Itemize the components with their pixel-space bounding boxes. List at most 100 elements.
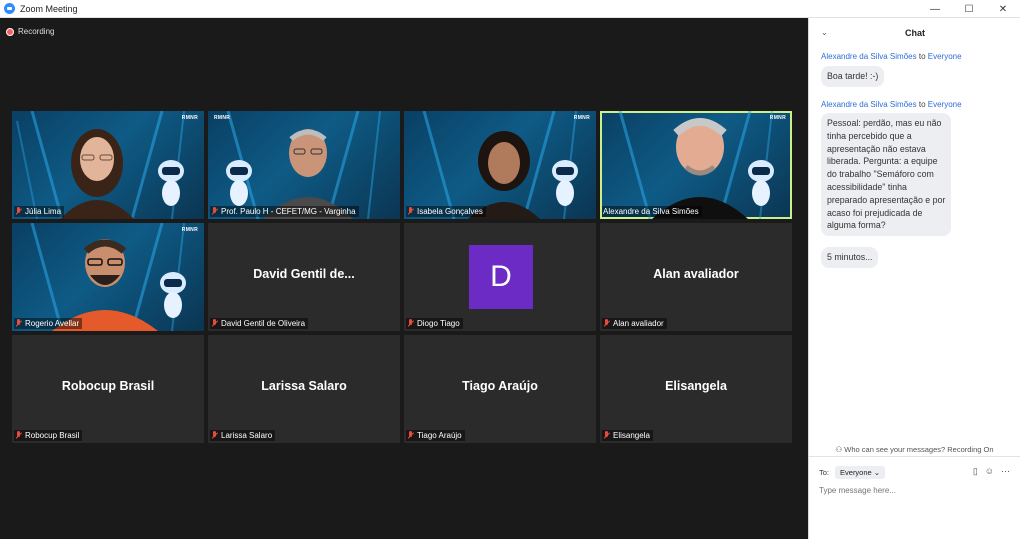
message-sender[interactable]: Alexandre da Silva Simões [821,100,917,109]
message-to-word: to [918,100,926,109]
message-line: do trabalho "Semáforo com [827,169,934,180]
mic-muted-icon [407,431,414,440]
participant-name-tag: Isabela Gonçalves [406,206,486,217]
mic-muted-icon [15,431,22,440]
participant-name: Júlia Lima [25,207,62,216]
message-line: Pessoal: perdão, mas eu não [827,118,942,128]
chat-message-bubble[interactable]: 5 minutos... [821,247,879,268]
message-line: tinha percebido que a [827,130,912,141]
message-meta: Alexandre da Silva Simões to Everyone [821,52,962,61]
name-only-tile[interactable]: Robocup Brasil Robocup Brasil [12,335,204,443]
video-tile[interactable]: RMNR Júlia Lima [12,111,204,219]
participant-name-tag: Rogerio Avellar [14,318,83,329]
chevron-down-icon[interactable]: ⌄ [821,28,828,37]
participant-video-icon [52,239,158,331]
robot-mascot-icon [552,160,578,206]
participant-video-icon [468,131,540,219]
video-tile[interactable]: RMNR Prof. Paulo H - CEFET/MG - Varginha [208,111,400,219]
mic-muted-icon [603,319,610,328]
recording-indicator[interactable]: Recording [6,27,54,36]
name-only-tile[interactable]: Alan avaliador Alan avaliador [600,223,792,331]
message-line: acaso foi prejudicada de [827,207,923,218]
participant-name: Isabela Gonçalves [417,207,483,216]
name-only-tile[interactable]: Larissa Salaro Larissa Salaro [208,335,400,443]
mic-muted-icon [15,207,22,216]
minimize-button[interactable]: — [918,0,952,18]
message-line: 5 minutos... [827,252,873,262]
zoom-window: Zoom Meeting — ☐ ✕ Recording RMNR Júlia … [0,0,1020,539]
zoom-app-icon [4,3,15,14]
robot-mascot-icon [226,160,252,206]
participant-video-icon [652,118,748,219]
maximize-button[interactable]: ☐ [952,0,986,18]
divider [809,456,1020,457]
message-line: preparado apresentação e por [827,194,946,205]
participant-name-tag: Alan avaliador [602,318,667,329]
event-logo: RMNR [181,227,198,233]
recording-dot-icon [6,27,14,36]
event-logo: RMNR [573,115,590,121]
message-sender[interactable]: Alexandre da Silva Simões [821,52,917,61]
mic-muted-icon [211,319,218,328]
participant-display-name: Tiago Araújo [462,379,538,393]
participant-name-tag: David Gentil de Oliveira [210,318,309,329]
participant-name: Alexandre da Silva Simões [603,207,699,216]
participant-name-tag: Diogo Tiago [406,318,463,329]
emoji-icon[interactable]: ☺ [985,466,994,477]
video-tile[interactable]: RMNR Rogerio Avellar [12,223,204,331]
chat-title: Chat [905,28,925,38]
window-controls: — ☐ ✕ [918,0,1020,18]
participant-name-tag: Elisangela [602,430,653,441]
mic-muted-icon [407,207,414,216]
chevron-down-icon: ⌄ [873,468,881,477]
name-only-tile[interactable]: David Gentil de... David Gentil de Olive… [208,223,400,331]
participant-display-name: David Gentil de... [253,267,355,281]
recipient-value: Everyone [840,468,872,477]
mic-muted-icon [211,207,218,216]
window-title: Zoom Meeting [20,3,78,14]
message-recipient: Everyone [927,52,962,61]
meeting-area: Recording RMNR Júlia Lima RMNR Prof. Pau… [0,18,808,539]
participant-name-tag: Alexandre da Silva Simões [602,206,702,217]
participant-name: Robocup Brasil [25,431,80,440]
participant-video-icon [60,129,134,219]
name-only-tile[interactable]: Elisangela Elisangela [600,335,792,443]
video-tile[interactable]: RMNR Isabela Gonçalves [404,111,596,219]
event-logo: RMNR [181,115,198,121]
participant-name: David Gentil de Oliveira [221,319,306,328]
recipient-select[interactable]: Everyone ⌄ [835,466,886,479]
more-icon[interactable]: ⋯ [1001,466,1010,477]
chat-header: ⌄ Chat [809,18,1020,48]
chat-message-input[interactable] [819,486,1009,495]
participant-name-tag: Prof. Paulo H - CEFET/MG - Varginha [210,206,359,217]
name-only-tile[interactable]: Tiago Araújo Tiago Araújo [404,335,596,443]
avatar-tile[interactable]: D Diogo Tiago [404,223,596,331]
participant-name-tag: Larissa Salaro [210,430,276,441]
participant-name: Diogo Tiago [417,319,460,328]
file-icon[interactable]: ▯ [973,466,978,477]
participant-name: Elisangela [613,431,650,440]
close-button[interactable]: ✕ [986,0,1020,18]
message-recipient: Everyone [927,100,962,109]
recording-label: Recording [18,27,55,36]
participant-video-icon [263,129,353,219]
chat-panel: ⌄ Chat Alexandre da Silva Simões to Ever… [808,18,1020,539]
participant-display-name: Elisangela [665,379,727,393]
participant-name: Rogerio Avellar [25,319,80,328]
avatar: D [469,245,533,309]
chat-message-bubble[interactable]: Boa tarde! :-) [821,66,885,87]
participant-display-name: Robocup Brasil [61,379,155,393]
message-visibility-info[interactable]: ⚇ Who can see your messages? Recording O… [809,445,1020,454]
chat-message-bubble[interactable]: Pessoal: perdão, mas eu não tinha perceb… [821,113,952,237]
participant-name: Larissa Salaro [221,431,273,440]
active-speaker-tile[interactable]: RMNR Alexandre da Silva Simões [600,111,792,219]
robot-mascot-icon [160,272,186,318]
chat-tools: ▯ ☺ ⋯ [973,466,1010,477]
robot-mascot-icon [748,160,774,206]
message-visibility-text: Who can see your messages? Recording On [844,445,994,454]
mic-muted-icon [603,431,610,440]
participant-name: Alan avaliador [613,319,664,328]
participant-name-tag: Tiago Araújo [406,430,465,441]
message-line: apresentação não estava [827,143,926,154]
event-logo: RMNR [769,115,786,121]
